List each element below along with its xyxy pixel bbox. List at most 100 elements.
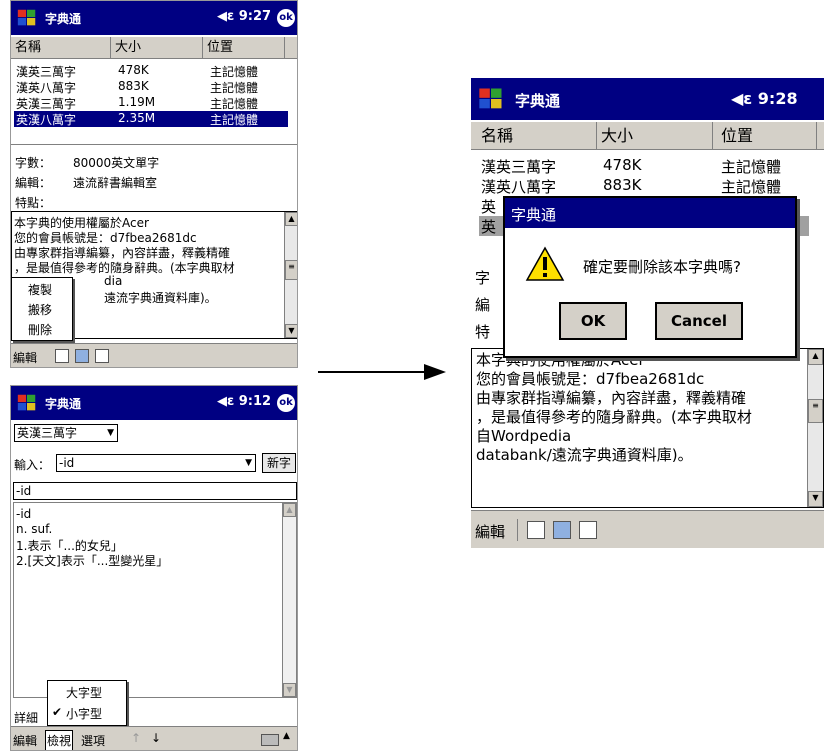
row-location: 主記憶體: [210, 65, 259, 79]
clock: ◀ε 9:27: [217, 9, 271, 24]
definition-scrollbar[interactable]: ▲ ▼: [282, 503, 296, 697]
title-bar: 字典通 ◀ε 9:27 ok: [11, 1, 297, 35]
speaker-icon[interactable]: ◀ε: [217, 394, 234, 409]
speaker-icon[interactable]: ◀ε: [731, 89, 752, 108]
description-box[interactable]: 本字典的使用權屬於Acer 您的會員帳號是：d7fbea2681dc 由專家群指…: [471, 348, 824, 508]
table-row[interactable]: 漢英八萬字 883K 主記憶體: [14, 79, 288, 95]
row-location: 主記憶體: [721, 178, 782, 196]
scroll-up-icon[interactable]: ▲: [283, 503, 296, 517]
scroll-down-icon[interactable]: ▼: [808, 491, 823, 507]
table-row[interactable]: 英漢三萬字 1.19M 主記憶體: [14, 95, 288, 111]
transition-arrow-icon: [318, 364, 446, 380]
context-menu: 複製 搬移 刪除: [11, 277, 73, 341]
dictionary-select[interactable]: 英漢三萬字 ▼: [14, 424, 118, 442]
arrow-down-icon[interactable]: ↓: [151, 731, 161, 745]
list-icon[interactable]: [55, 349, 69, 363]
delete-icon[interactable]: [95, 349, 109, 363]
time-text: 9:12: [238, 394, 272, 409]
screen-dictionary-lookup: 字典通 ◀ε 9:12 ok 英漢三萬字 ▼ 輸入： -id ▼ 新字 -id …: [10, 385, 298, 751]
description-line: dia: [104, 274, 123, 288]
word-input[interactable]: -id ▼: [56, 454, 256, 472]
row-size: 1.19M: [118, 95, 156, 109]
ok-button[interactable]: ok: [277, 394, 295, 412]
col-name[interactable]: 名稱: [11, 37, 111, 58]
col-size[interactable]: 大小: [111, 37, 203, 58]
new-word-button[interactable]: 新字: [262, 453, 296, 473]
row-name: 漢英八萬字: [481, 178, 557, 196]
keyboard-toggle-icon[interactable]: ▲: [283, 731, 290, 741]
copy-icon[interactable]: [553, 521, 571, 539]
warning-icon: [525, 246, 565, 281]
definition-line: 2.[天文]表示「...型變光星」: [16, 554, 169, 568]
menu-edit[interactable]: 編輯: [13, 732, 37, 749]
menu-item-copy[interactable]: 複製: [12, 281, 72, 298]
arrow-up-icon[interactable]: ↑: [131, 731, 141, 745]
menu-options[interactable]: 選項: [81, 732, 105, 749]
separator: [517, 519, 518, 541]
windows-start-icon[interactable]: [476, 85, 506, 113]
command-bar: 編輯: [11, 343, 297, 367]
row-size: 883K: [603, 176, 642, 194]
windows-start-icon[interactable]: [15, 392, 39, 414]
screen-dictionary-list-small: 字典通 ◀ε 9:27 ok 名稱 大小 位置 漢英三萬字 478K 主記憶體 …: [10, 0, 298, 368]
info-label: 編輯：: [15, 176, 52, 190]
scroll-thumb[interactable]: ≡: [285, 260, 297, 280]
clock: ◀ε 9:28: [731, 89, 798, 108]
table-row-selected[interactable]: 英漢八萬字 2.35M 主記憶體: [14, 111, 288, 127]
command-bar: 編輯: [471, 510, 824, 548]
delete-icon[interactable]: [579, 521, 597, 539]
title-bar: 字典通 ◀ε 9:12 ok: [11, 386, 297, 420]
description-scrollbar[interactable]: ▲ ≡ ▼: [284, 212, 297, 338]
windows-start-icon[interactable]: [15, 7, 39, 29]
selected-word-field[interactable]: -id: [13, 482, 297, 500]
menu-item-move[interactable]: 搬移: [12, 301, 72, 318]
menu-item-label: 小字型: [66, 707, 103, 721]
detail-label[interactable]: 詳細: [14, 709, 38, 726]
scroll-down-icon[interactable]: ▼: [285, 324, 297, 338]
scroll-up-icon[interactable]: ▲: [808, 349, 823, 365]
menu-view[interactable]: 檢視: [45, 730, 74, 750]
dropdown-arrow-icon: ▼: [107, 428, 114, 438]
menu-item-delete[interactable]: 刪除: [12, 321, 72, 338]
dialog-message: 確定要刪除該本字典嗎?: [583, 258, 741, 276]
col-size[interactable]: 大小: [597, 122, 713, 149]
row-name: 漢英三萬字: [16, 65, 77, 79]
row-size: 478K: [118, 63, 149, 77]
table-row[interactable]: 漢英八萬字 883K 主記憶體: [479, 176, 809, 196]
menu-item-large-font[interactable]: 大字型: [48, 684, 126, 701]
dialog-title-bar: 字典通: [505, 198, 795, 228]
table-row[interactable]: 漢英三萬字 478K 主記憶體: [479, 156, 809, 176]
info-label: 字: [475, 269, 491, 287]
dialog-cancel-button[interactable]: Cancel: [655, 302, 743, 340]
description-line: ，是最值得參考的隨身辭典。(本字典取材: [14, 261, 235, 275]
menu-edit[interactable]: 編輯: [475, 521, 505, 542]
scroll-up-icon[interactable]: ▲: [285, 212, 297, 226]
row-location: 主記憶體: [210, 97, 259, 111]
title-bar: 字典通 ◀ε 9:28: [471, 78, 824, 120]
confirm-dialog: 字典通 確定要刪除該本字典嗎? OK Cancel: [503, 196, 797, 358]
dictionary-select-value: 英漢三萬字: [17, 426, 78, 440]
file-list: 漢英三萬字 478K 主記憶體 漢英八萬字 883K 主記憶體 英漢三萬字 1.…: [11, 61, 297, 133]
column-header: 名稱 大小 位置: [11, 37, 297, 59]
description-scrollbar[interactable]: ▲ ≡ ▼: [807, 349, 823, 507]
description-line: databank/遠流字典通資料庫)。: [476, 446, 693, 464]
menu-edit[interactable]: 編輯: [13, 349, 37, 366]
col-location[interactable]: 位置: [203, 37, 285, 58]
col-name[interactable]: 名稱: [471, 122, 597, 149]
dialog-ok-button[interactable]: OK: [559, 302, 627, 340]
dropdown-arrow-icon[interactable]: ▼: [245, 455, 252, 471]
table-row[interactable]: 漢英三萬字 478K 主記憶體: [14, 63, 288, 79]
scroll-thumb[interactable]: ≡: [808, 399, 823, 423]
keyboard-icon[interactable]: [261, 734, 279, 746]
scroll-down-icon[interactable]: ▼: [283, 683, 296, 697]
definition-box[interactable]: -id n. suf. 1.表示「...的女兒」 2.[天文]表示「...型變光…: [13, 502, 297, 698]
row-name: 英漢八萬字: [16, 113, 77, 127]
speaker-icon[interactable]: ◀ε: [217, 9, 234, 24]
col-location[interactable]: 位置: [713, 122, 817, 149]
list-icon[interactable]: [527, 521, 545, 539]
info-label: 特: [475, 323, 491, 341]
copy-icon[interactable]: [75, 349, 89, 363]
font-size-menu: 大字型 ✔ 小字型: [47, 680, 127, 726]
ok-button[interactable]: ok: [277, 9, 295, 27]
definition-line: n. suf.: [16, 522, 53, 536]
